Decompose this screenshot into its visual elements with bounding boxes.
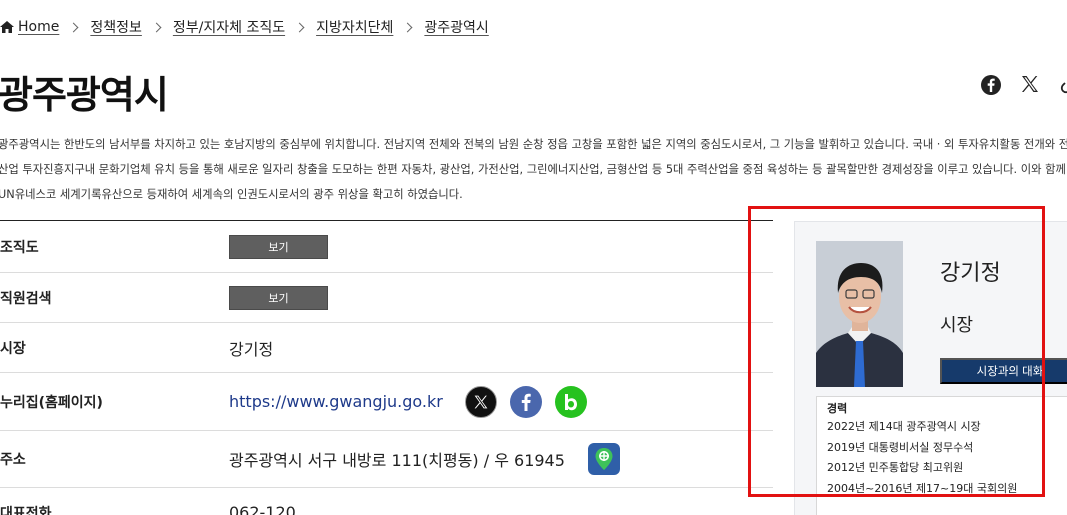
- intro-line: UN유네스코 세계기록유산으로 등재하여 세계속의 인권도시로서의 광주 위상을…: [0, 188, 463, 201]
- facebook-share-button[interactable]: [980, 74, 1002, 96]
- phone-label: 대표전화: [0, 505, 52, 515]
- phone-value: 062-120: [229, 503, 296, 515]
- x-icon: [1022, 76, 1038, 92]
- mayor-label: 시장: [0, 340, 26, 357]
- mayor-value: 강기정: [229, 339, 274, 359]
- breadcrumb-home[interactable]: Home: [18, 19, 59, 35]
- blog-icon: [564, 393, 577, 410]
- breadcrumb-policy-info[interactable]: 정책정보: [90, 17, 142, 37]
- staff-search-view-button[interactable]: 보기: [229, 285, 328, 310]
- chevron-right-icon: [151, 22, 162, 32]
- breadcrumb-current[interactable]: 광주광역시: [424, 17, 488, 37]
- table-row: 주소 광주광역시 서구 내방로 111(치평동) / 우 61945: [0, 431, 773, 488]
- link-icon: [1060, 82, 1067, 94]
- chevron-right-icon: [68, 22, 79, 32]
- homepage-link[interactable]: https://www.gwangju.go.kr: [229, 392, 443, 411]
- table-row: 직원검색 보기: [0, 273, 773, 323]
- address-value: 광주광역시 서구 내방로 111(치평동) / 우 61945: [229, 451, 565, 470]
- facebook-account-button[interactable]: [509, 385, 542, 418]
- org-chart-label: 조직도: [0, 239, 39, 256]
- home-icon: [0, 21, 14, 33]
- breadcrumb-org-chart[interactable]: 정부/지자체 조직도: [173, 17, 285, 37]
- link-share-button[interactable]: [1060, 74, 1067, 94]
- info-table: 조직도 보기 직원검색 보기 시장 강기정 누리집(홈페이지) https://…: [0, 220, 773, 515]
- intro-line: 광주광역시는 한반도의 남서부를 차지하고 있는 호남지방의 중심부에 위치합니…: [0, 138, 1067, 151]
- org-chart-view-button[interactable]: 보기: [229, 234, 328, 259]
- map-pin-icon: [595, 448, 613, 470]
- address-label: 주소: [0, 452, 26, 468]
- staff-search-label: 직원검색: [0, 290, 52, 307]
- homepage-label: 누리집(홈페이지): [0, 394, 103, 411]
- map-button[interactable]: [587, 443, 620, 475]
- table-row: 누리집(홈페이지) https://www.gwangju.go.kr: [0, 373, 773, 431]
- intro-line: 산업 투자진흥지구내 문화기업체 유치 등을 통해 새로운 일자리 창출을 도모…: [0, 163, 1067, 176]
- table-row: 시장 강기정: [0, 323, 773, 373]
- intro-text: 광주광역시는 한반도의 남서부를 차지하고 있는 호남지방의 중심부에 위치합니…: [0, 132, 1067, 207]
- highlight-annotation-box: [748, 206, 1045, 497]
- page-title: 광주광역시: [0, 73, 169, 117]
- blog-account-button[interactable]: [554, 385, 587, 418]
- table-row: 조직도 보기: [0, 221, 773, 273]
- breadcrumb-local-gov[interactable]: 지방자치단체: [316, 17, 393, 37]
- breadcrumb: Home 정책정보 정부/지자체 조직도 지방자치단체 광주광역시: [0, 14, 489, 40]
- x-account-button[interactable]: [464, 385, 497, 418]
- facebook-icon: [981, 75, 1001, 95]
- chevron-right-icon: [294, 22, 305, 32]
- x-icon: [474, 395, 488, 408]
- facebook-icon: [521, 393, 531, 411]
- chevron-right-icon: [402, 22, 413, 32]
- x-share-button[interactable]: [1020, 74, 1040, 94]
- table-row: 대표전화 062-120: [0, 488, 773, 515]
